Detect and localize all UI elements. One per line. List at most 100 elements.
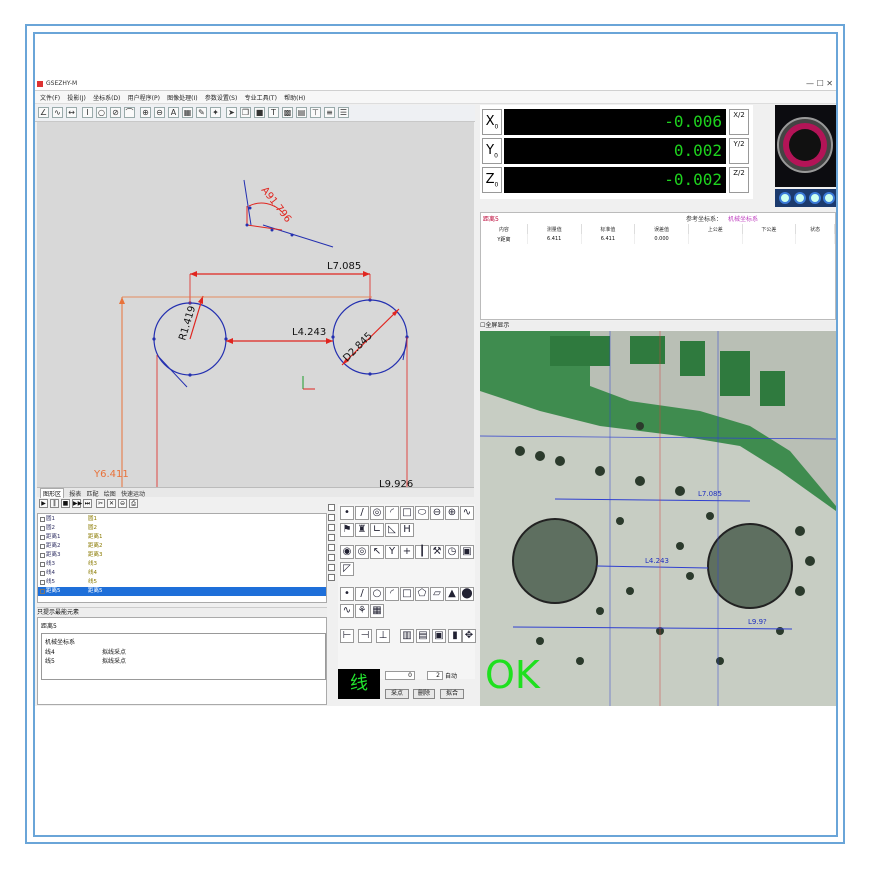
angle-icon[interactable]: ∟: [370, 523, 384, 537]
z-half-button[interactable]: Z/2: [729, 167, 749, 193]
z-axis-label[interactable]: Z0: [482, 167, 502, 193]
vertical-tool-icon[interactable]: I: [82, 107, 93, 118]
square-dot-icon[interactable]: ▣: [460, 545, 474, 559]
pause-icon[interactable]: ‖: [50, 499, 59, 508]
menu-user-program[interactable]: 用户程序(P): [128, 93, 160, 102]
hammer-icon[interactable]: ⚒: [430, 545, 444, 559]
menu-file[interactable]: 文件(F): [40, 93, 60, 102]
delete-icon[interactable]: ✕: [107, 499, 116, 508]
hint-checkbox-row[interactable]: 只提示最能元素: [37, 607, 327, 617]
menu-projection[interactable]: 投影(J): [67, 93, 85, 102]
window-controls[interactable]: — ☐ ✕: [806, 79, 833, 88]
list-item[interactable]: 线4 线4: [38, 569, 326, 578]
filter-check-icon[interactable]: [328, 524, 335, 531]
stop-icon[interactable]: ■: [61, 499, 70, 508]
filter-check-icon[interactable]: [328, 554, 335, 561]
step-icon[interactable]: ▶▶: [72, 499, 82, 508]
list-item[interactable]: 圆2 圆2: [38, 524, 326, 533]
fit-button[interactable]: 拟合: [440, 689, 464, 699]
distance-tool-icon[interactable]: ↔: [66, 107, 77, 118]
chart-icon[interactable]: ▮: [448, 629, 462, 643]
probe-a-icon[interactable]: ⊢: [340, 629, 354, 643]
probe-b-icon[interactable]: ⊣: [358, 629, 372, 643]
ref-coord-value[interactable]: 机械坐标系: [728, 214, 758, 223]
forward-icon[interactable]: ⏭: [83, 499, 92, 508]
table-row[interactable]: Y距离 6.411 6.411 0.000: [481, 234, 835, 244]
list-item[interactable]: 线5 线5: [38, 578, 326, 587]
y-icon[interactable]: Y: [385, 545, 399, 559]
green-tool-icon[interactable]: ▥: [400, 629, 414, 643]
image-header[interactable]: ☐全屏显示: [480, 321, 836, 330]
cone-icon[interactable]: ▲: [445, 587, 459, 601]
select-icon[interactable]: ✦: [210, 107, 221, 118]
play-icon[interactable]: ▶: [39, 499, 48, 508]
bottom-light-icon[interactable]: [823, 192, 835, 204]
ring-icon[interactable]: ◎: [355, 545, 369, 559]
point-index-input[interactable]: 2: [427, 671, 443, 680]
film-icon[interactable]: ▦: [370, 604, 384, 618]
line2-icon[interactable]: /: [355, 587, 369, 601]
circle-tool-icon[interactable]: ○: [96, 107, 107, 118]
list-item[interactable]: 线3 线3: [38, 560, 326, 569]
corner-icon[interactable]: ◸: [340, 562, 354, 576]
layer-icon[interactable]: ▦: [182, 107, 193, 118]
cylinder-icon[interactable]: ⊖: [430, 506, 444, 520]
list-icon[interactable]: ☰: [338, 107, 349, 118]
x-half-button[interactable]: X/2: [729, 109, 749, 135]
list-item[interactable]: 距离1 距离1: [38, 533, 326, 542]
probe-c-icon[interactable]: ⊥: [376, 629, 390, 643]
arc-icon[interactable]: ◜: [385, 506, 399, 520]
ring-light-toggle-icon[interactable]: [794, 192, 806, 204]
coaxial-light-icon[interactable]: [779, 192, 791, 204]
edit-icon[interactable]: ✎: [196, 107, 207, 118]
menu-settings[interactable]: 参数设置(S): [205, 93, 238, 102]
wave-icon[interactable]: ∿: [340, 604, 354, 618]
element-list[interactable]: 圆1 圆1 圆2 圆2 距离1 距离1 距离2 距离2 距离3 距离3 线3 线3 线4 线4…: [37, 513, 327, 603]
filter-check-icon[interactable]: [328, 534, 335, 541]
x-axis-label[interactable]: X0: [482, 109, 502, 135]
shape-icon[interactable]: ⚘: [355, 604, 369, 618]
rect-icon[interactable]: □: [400, 506, 414, 520]
point-count-input[interactable]: 0: [385, 671, 415, 680]
table2-icon[interactable]: ▣: [432, 629, 446, 643]
line-tool-icon[interactable]: ∿: [52, 107, 63, 118]
live-camera-view[interactable]: L7.085 L4.243 L9.9? OK: [480, 331, 836, 706]
flag-icon[interactable]: ⚑: [340, 523, 354, 537]
align-icon[interactable]: ≡: [324, 107, 335, 118]
arc-tool-icon[interactable]: ⌒: [124, 107, 135, 118]
filter-check-icon[interactable]: [328, 574, 335, 581]
arc2-icon[interactable]: ◜: [385, 587, 399, 601]
zoom-in-icon[interactable]: ⊕: [140, 107, 151, 118]
arrow-icon[interactable]: ↖: [370, 545, 384, 559]
menu-tools[interactable]: 专业工具(T): [245, 93, 277, 102]
filter-check-icon[interactable]: [328, 544, 335, 551]
filter-check-icon[interactable]: [328, 504, 335, 511]
print-icon[interactable]: ⎙: [129, 499, 138, 508]
y-half-button[interactable]: Y/2: [729, 138, 749, 164]
menu-help[interactable]: 帮助(H): [284, 93, 305, 102]
y-axis-label[interactable]: Y0: [482, 138, 502, 164]
table-icon[interactable]: ▤: [296, 107, 307, 118]
text-icon[interactable]: T: [268, 107, 279, 118]
circle-icon[interactable]: ◎: [370, 506, 384, 520]
point-icon[interactable]: •: [340, 506, 354, 520]
zoom-out-icon[interactable]: ⊖: [154, 107, 165, 118]
fill-icon[interactable]: ■: [254, 107, 265, 118]
tools-icon[interactable]: ✂: [96, 499, 105, 508]
circle2-icon[interactable]: ○: [370, 587, 384, 601]
h-icon[interactable]: H: [400, 523, 414, 537]
sample-button[interactable]: 采点: [385, 689, 409, 699]
copy-icon[interactable]: ❐: [240, 107, 251, 118]
triangle-icon[interactable]: ◺: [385, 523, 399, 537]
pointer-icon[interactable]: ➤: [226, 107, 237, 118]
poly-icon[interactable]: ⬠: [415, 587, 429, 601]
pin-icon[interactable]: ♜: [355, 523, 369, 537]
angle-tool-icon[interactable]: ∠: [38, 107, 49, 118]
graphics-canvas[interactable]: A91.796 L7.085 L4.243 R1.419 D2.845 Y6.4…: [37, 122, 474, 487]
clear-icon[interactable]: ⊖: [118, 499, 127, 508]
no-tool-icon[interactable]: ⊘: [110, 107, 121, 118]
curve-icon[interactable]: ∿: [460, 506, 474, 520]
cylinder2-icon[interactable]: ⬤: [460, 587, 474, 601]
menu-coordinate[interactable]: 坐标系(D): [93, 93, 120, 102]
red-tool-icon[interactable]: ▤: [416, 629, 430, 643]
